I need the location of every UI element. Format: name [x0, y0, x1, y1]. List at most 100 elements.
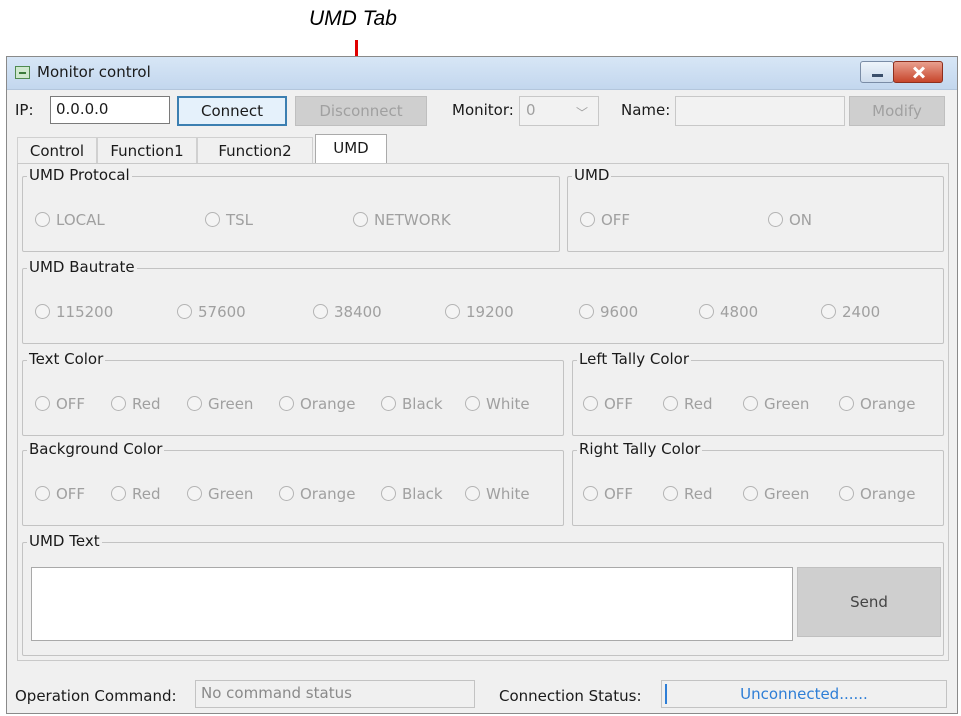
radio-protocol-local[interactable]: LOCAL	[35, 211, 105, 229]
radio-right-tally-green[interactable]: Green	[743, 485, 809, 503]
tab-umd[interactable]: UMD	[315, 134, 387, 164]
close-icon[interactable]	[893, 61, 943, 83]
connection-status-field: Unconnected......	[661, 680, 947, 708]
app-icon	[15, 66, 30, 79]
radio-bg-black[interactable]: Black	[381, 485, 443, 503]
connection-status-label: Connection Status:	[499, 687, 642, 705]
radio-umd-on[interactable]: ON	[768, 211, 812, 229]
radio-protocol-tsl[interactable]: TSL	[205, 211, 253, 229]
radio-left-tally-green[interactable]: Green	[743, 395, 809, 413]
disconnect-button[interactable]: Disconnect	[295, 96, 427, 126]
left-tally-color-title: Left Tally Color	[577, 350, 692, 368]
left-tally-color-group: Left Tally Color OFF Red Green Orange	[572, 350, 944, 436]
radio-label: OFF	[604, 485, 634, 503]
radio-right-tally-off[interactable]: OFF	[583, 485, 633, 503]
monitor-select-value: 0	[526, 101, 536, 119]
operation-command-field: No command status	[195, 680, 475, 708]
radio-label: Red	[132, 395, 161, 413]
tab-function1[interactable]: Function1	[97, 137, 197, 163]
umd-tab-panel: UMD Protocal LOCAL TSL NETWORK UMD OFF O…	[17, 163, 949, 661]
right-tally-color-title: Right Tally Color	[577, 440, 703, 458]
radio-umd-off[interactable]: OFF	[580, 211, 630, 229]
radio-left-tally-red[interactable]: Red	[663, 395, 713, 413]
radio-baud-9600[interactable]: 9600	[579, 303, 638, 321]
monitor-select[interactable]: 0 ﹀	[519, 96, 599, 126]
radio-label: NETWORK	[374, 211, 451, 229]
radio-baud-4800[interactable]: 4800	[699, 303, 758, 321]
radio-text-orange[interactable]: Orange	[279, 395, 355, 413]
connection-status-value: Unconnected......	[740, 685, 868, 703]
radio-bg-orange[interactable]: Orange	[279, 485, 355, 503]
name-input[interactable]	[675, 96, 845, 126]
radio-label: OFF	[56, 485, 86, 503]
connect-button[interactable]: Connect	[177, 96, 287, 126]
umd-text-group: UMD Text Send	[22, 532, 944, 656]
radio-label: Orange	[860, 395, 916, 413]
radio-right-tally-orange[interactable]: Orange	[839, 485, 915, 503]
radio-label: 2400	[842, 303, 881, 321]
radio-bg-off[interactable]: OFF	[35, 485, 85, 503]
text-cursor-marker	[665, 684, 667, 704]
radio-bg-red[interactable]: Red	[111, 485, 161, 503]
radio-label: Red	[132, 485, 161, 503]
send-button[interactable]: Send	[797, 567, 941, 637]
monitor-label: Monitor:	[452, 101, 514, 119]
umd-protocol-title: UMD Protocal	[27, 166, 132, 184]
radio-protocol-network[interactable]: NETWORK	[353, 211, 451, 229]
tab-control[interactable]: Control	[17, 137, 97, 163]
umd-text-input[interactable]	[31, 567, 793, 641]
radio-text-white[interactable]: White	[465, 395, 530, 413]
umd-baudrate-title: UMD Bautrate	[27, 258, 137, 276]
radio-label: 19200	[466, 303, 514, 321]
umd-tab-annotation-label: UMD Tab	[309, 7, 397, 30]
radio-label: 4800	[720, 303, 759, 321]
radio-baud-57600[interactable]: 57600	[177, 303, 246, 321]
radio-label: Orange	[300, 485, 356, 503]
radio-label: 38400	[334, 303, 382, 321]
radio-text-red[interactable]: Red	[111, 395, 161, 413]
radio-label: 115200	[56, 303, 114, 321]
radio-left-tally-off[interactable]: OFF	[583, 395, 633, 413]
radio-label: OFF	[604, 395, 634, 413]
modify-button[interactable]: Modify	[849, 96, 945, 126]
minimize-icon[interactable]	[860, 61, 894, 83]
umd-text-title: UMD Text	[27, 532, 102, 550]
radio-left-tally-orange[interactable]: Orange	[839, 395, 915, 413]
radio-right-tally-red[interactable]: Red	[663, 485, 713, 503]
radio-label: Red	[684, 485, 713, 503]
monitor-control-window: Monitor control IP: 0.0.0.0 Connect Disc…	[6, 56, 958, 714]
window-title: Monitor control	[37, 63, 151, 81]
umd-baudrate-group: UMD Bautrate 115200 57600 38400 19200 96…	[22, 258, 944, 344]
umd-onoff-title: UMD	[572, 166, 612, 184]
background-color-title: Background Color	[27, 440, 165, 458]
ip-label: IP:	[15, 101, 34, 119]
radio-label: OFF	[56, 395, 86, 413]
radio-label: LOCAL	[56, 211, 105, 229]
radio-text-black[interactable]: Black	[381, 395, 443, 413]
radio-label: Green	[764, 485, 810, 503]
chevron-down-icon: ﹀	[575, 106, 588, 120]
umd-protocol-group: UMD Protocal LOCAL TSL NETWORK	[22, 166, 560, 252]
radio-label: 9600	[600, 303, 639, 321]
radio-label: Green	[208, 485, 254, 503]
tab-function2[interactable]: Function2	[197, 137, 313, 163]
radio-label: TSL	[226, 211, 254, 229]
radio-bg-green[interactable]: Green	[187, 485, 253, 503]
radio-baud-2400[interactable]: 2400	[821, 303, 880, 321]
radio-baud-19200[interactable]: 19200	[445, 303, 514, 321]
radio-label: 57600	[198, 303, 246, 321]
text-color-title: Text Color	[27, 350, 106, 368]
radio-text-off[interactable]: OFF	[35, 395, 85, 413]
radio-label: Orange	[300, 395, 356, 413]
radio-text-green[interactable]: Green	[187, 395, 253, 413]
radio-label: Black	[402, 485, 443, 503]
radio-label: Green	[208, 395, 254, 413]
radio-label: Red	[684, 395, 713, 413]
title-bar[interactable]: Monitor control	[7, 57, 957, 90]
radio-baud-115200[interactable]: 115200	[35, 303, 113, 321]
radio-bg-white[interactable]: White	[465, 485, 530, 503]
ip-input[interactable]: 0.0.0.0	[50, 96, 170, 124]
radio-baud-38400[interactable]: 38400	[313, 303, 382, 321]
name-label: Name:	[621, 101, 671, 119]
radio-label: Green	[764, 395, 810, 413]
